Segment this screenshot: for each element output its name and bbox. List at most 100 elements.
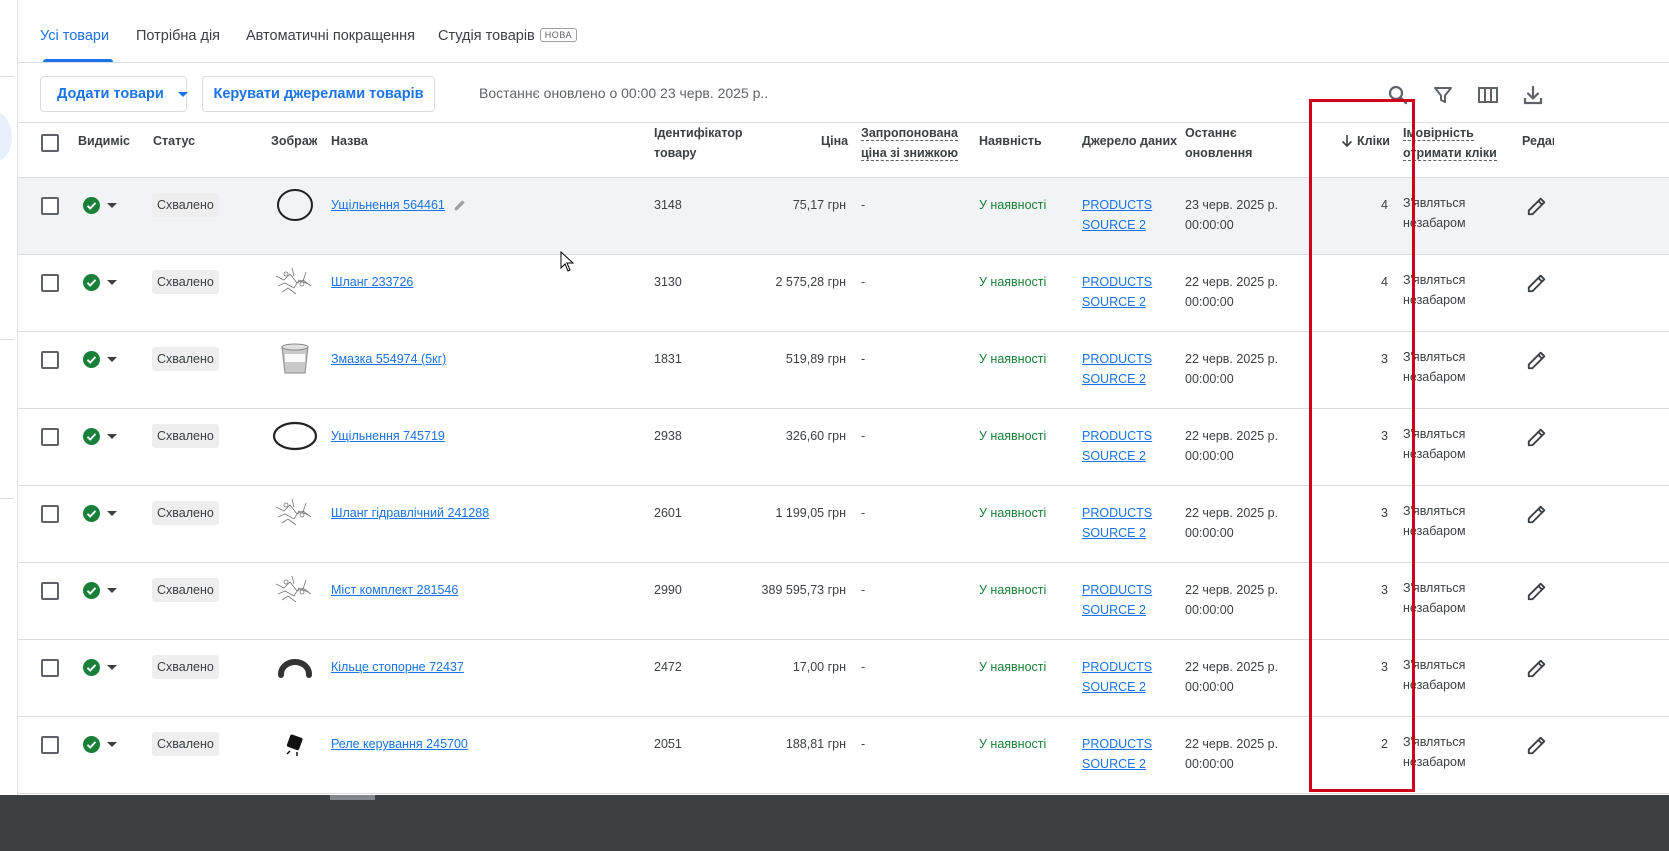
col-click-probability[interactable]: Імовірність отримати кліки [1403,123,1497,163]
last-updated-time: 00:00:00 [1185,295,1234,309]
tab-product-studio[interactable]: Студія товарів НОВА [438,28,577,44]
click-probability-line2: незабаром [1403,678,1466,692]
col-availability[interactable]: Наявність [979,131,1042,151]
row-checkbox[interactable] [41,274,59,292]
edit-pencil-icon[interactable] [1526,580,1548,602]
click-probability-line1: З'являться [1403,427,1466,441]
product-name-link[interactable]: Змазка 554974 (5кг) [331,349,446,369]
visibility-dropdown[interactable] [83,736,117,753]
product-name-link[interactable]: Шланг 233726 [331,272,413,292]
table-row[interactable]: Схвалено Шланг гідравлічний 241288 2601 … [18,486,1669,563]
manage-sources-button[interactable]: Керувати джерелами товарів [202,76,435,112]
col-data-source[interactable]: Джерело даних [1082,131,1177,151]
visibility-dropdown[interactable] [83,582,117,599]
table-row[interactable]: Схвалено Ущільнення 564461 3148 75,17 гр… [18,178,1669,255]
sale-price: - [861,506,866,520]
last-updated-date: 22 черв. 2025 р. [1185,583,1279,597]
edit-pencil-icon[interactable] [1526,734,1548,756]
search-icon[interactable] [1386,83,1410,107]
edit-pencil-icon[interactable] [1526,426,1548,448]
table-row[interactable]: Схвалено Реле керування 245700 2051 188,… [18,717,1669,794]
row-checkbox[interactable] [41,197,59,215]
approved-check-icon [83,428,100,445]
sale-price: - [861,352,866,366]
table-row[interactable]: Схвалено Змазка 554974 (5кг) 1831 519,89… [18,332,1669,409]
availability-status: У наявності [979,506,1047,520]
product-id: 3148 [654,198,682,212]
visibility-dropdown[interactable] [83,351,117,368]
click-probability-cell: З'являться незабаром [1403,347,1466,387]
visibility-dropdown[interactable] [83,197,117,214]
tab-all-products[interactable]: Усі товари [40,28,109,44]
row-checkbox[interactable] [41,351,59,369]
tab-action-needed[interactable]: Потрібна дія [136,28,220,44]
download-icon[interactable] [1521,83,1545,107]
data-source-line2: SOURCE 2 [1082,372,1146,386]
col-product-id[interactable]: Ідентифікатор товару [654,123,743,163]
edit-pencil-icon[interactable] [1526,195,1548,217]
last-updated-time: 00:00:00 [1185,603,1234,617]
product-id: 2051 [654,737,682,751]
row-checkbox[interactable] [41,428,59,446]
col-clicks[interactable]: Кліки [1341,131,1390,151]
click-probability-line2: незабаром [1403,601,1466,615]
row-checkbox[interactable] [41,659,59,677]
click-probability-line1: З'являться [1403,350,1466,364]
add-products-button[interactable]: Додати товари [40,76,188,112]
edit-pencil-icon[interactable] [1526,349,1548,371]
clicks-value: 3 [1381,583,1388,597]
last-updated-text: Востаннє оновлено о 00:00 23 черв. 2025 … [479,85,769,101]
col-image[interactable]: Зображе [271,131,317,151]
col-status[interactable]: Статус [153,131,195,151]
taskbar-item[interactable] [330,795,375,800]
columns-icon[interactable] [1476,83,1500,107]
col-last-updated[interactable]: Останнє оновлення [1185,123,1252,163]
data-source-link[interactable]: PRODUCTS SOURCE 2 [1082,349,1172,389]
table-row[interactable]: Схвалено Міст комплект 281546 2990 389 5… [18,563,1669,640]
col-edit[interactable]: Редаг [1522,131,1554,151]
product-id: 2938 [654,429,682,443]
last-updated-cell: 22 черв. 2025 р. 00:00:00 [1185,734,1278,774]
last-updated-cell: 22 черв. 2025 р. 00:00:00 [1185,657,1278,697]
edit-pencil-icon[interactable] [1526,657,1548,679]
product-name-link[interactable]: Кільце стопорне 72437 [331,657,464,677]
product-name-link[interactable]: Міст комплект 281546 [331,580,458,600]
filter-icon[interactable] [1431,83,1455,107]
col-sale-price[interactable]: Запропонована ціна зі знижкою [861,123,959,163]
product-name-link[interactable]: Шланг гідравлічний 241288 [331,503,489,523]
col-name[interactable]: Назва [331,131,368,151]
last-updated-time: 00:00:00 [1185,757,1234,771]
edit-pencil-icon[interactable] [1526,503,1548,525]
visibility-dropdown[interactable] [83,505,117,522]
click-probability-line1: З'являться [1403,658,1466,672]
last-updated-time: 00:00:00 [1185,372,1234,386]
visibility-dropdown[interactable] [83,659,117,676]
row-checkbox[interactable] [41,582,59,600]
table-row[interactable]: Схвалено Шланг 233726 3130 2 575,28 грн … [18,255,1669,332]
visibility-dropdown[interactable] [83,274,117,291]
edit-pencil-icon[interactable] [1526,272,1548,294]
tab-auto-improvements[interactable]: Автоматичні покращення [246,28,415,44]
visibility-dropdown[interactable] [83,428,117,445]
product-name-link[interactable]: Ущільнення 745719 [331,426,445,446]
data-source-link[interactable]: PRODUCTS SOURCE 2 [1082,272,1172,312]
select-all-checkbox[interactable] [41,134,59,152]
col-visibility[interactable]: Видиміс [78,131,130,151]
data-source-link[interactable]: PRODUCTS SOURCE 2 [1082,734,1172,774]
data-source-link[interactable]: PRODUCTS SOURCE 2 [1082,426,1172,466]
table-row[interactable]: Схвалено Ущільнення 745719 2938 326,60 г… [18,409,1669,486]
approved-check-icon [83,351,100,368]
product-name-link[interactable]: Реле керування 245700 [331,734,468,754]
data-source-link[interactable]: PRODUCTS SOURCE 2 [1082,503,1172,543]
table-row[interactable]: Схвалено Кільце стопорне 72437 2472 17,0… [18,640,1669,717]
chevron-down-icon [107,357,117,362]
pencil-icon[interactable] [453,198,467,212]
data-source-link[interactable]: PRODUCTS SOURCE 2 [1082,195,1172,235]
data-source-link[interactable]: PRODUCTS SOURCE 2 [1082,580,1172,620]
col-price[interactable]: Ціна [821,131,848,151]
row-checkbox[interactable] [41,736,59,754]
last-updated-date: 22 черв. 2025 р. [1185,275,1279,289]
product-name-link[interactable]: Ущільнення 564461 [331,195,445,215]
row-checkbox[interactable] [41,505,59,523]
data-source-link[interactable]: PRODUCTS SOURCE 2 [1082,657,1172,697]
